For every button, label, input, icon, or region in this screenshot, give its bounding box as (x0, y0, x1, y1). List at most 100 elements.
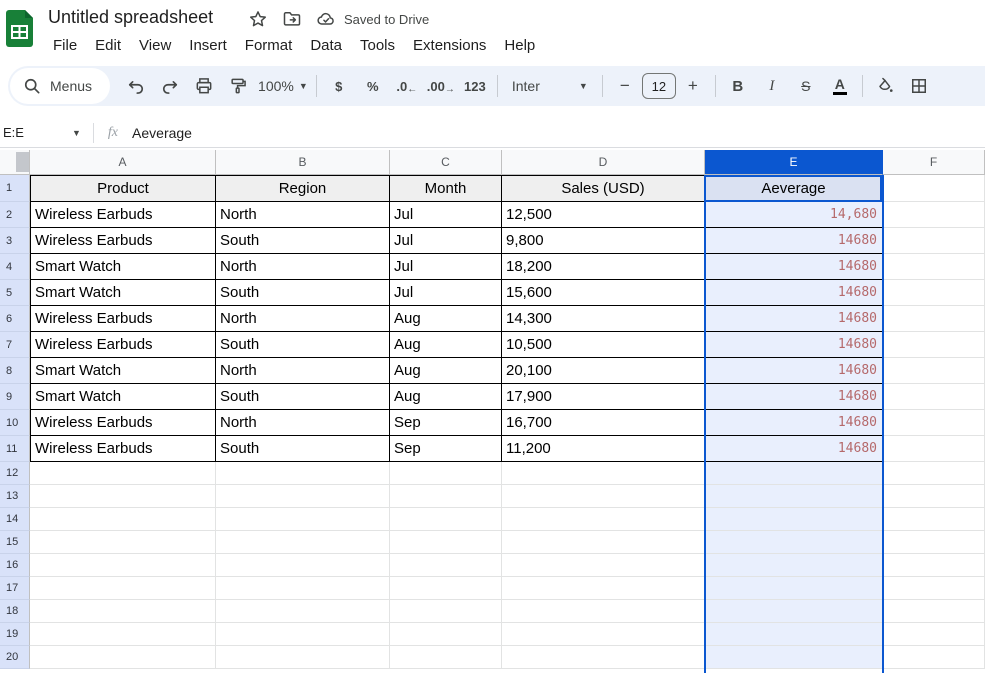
row-header-11[interactable]: 11 (0, 436, 30, 462)
empty-cell[interactable] (883, 646, 985, 669)
empty-cell[interactable] (883, 600, 985, 623)
table-cell[interactable]: North (216, 254, 390, 280)
column-header-e[interactable]: E (705, 150, 883, 175)
empty-cell[interactable] (883, 228, 985, 254)
table-cell[interactable]: North (216, 358, 390, 384)
empty-cell[interactable] (216, 646, 390, 669)
select-all-corner[interactable] (0, 150, 30, 175)
average-cell[interactable]: 14680 (705, 306, 883, 332)
table-cell[interactable]: Wireless Earbuds (30, 202, 216, 228)
name-box[interactable]: E:E (0, 125, 72, 140)
header-cell-region[interactable]: Region (216, 175, 390, 202)
header-cell-month[interactable]: Month (390, 175, 502, 202)
empty-cell[interactable] (216, 462, 390, 485)
menu-item-edit[interactable]: Edit (86, 33, 130, 58)
empty-cell[interactable] (883, 508, 985, 531)
empty-cell[interactable] (216, 508, 390, 531)
empty-cell[interactable] (390, 600, 502, 623)
empty-cell[interactable] (883, 554, 985, 577)
table-cell[interactable]: Wireless Earbuds (30, 306, 216, 332)
empty-cell[interactable] (502, 508, 705, 531)
row-header-3[interactable]: 3 (0, 228, 30, 254)
table-cell[interactable]: Aug (390, 306, 502, 332)
empty-cell[interactable] (883, 410, 985, 436)
average-cell[interactable]: 14680 (705, 384, 883, 410)
empty-cell[interactable] (502, 600, 705, 623)
table-cell[interactable]: 10,500 (502, 332, 705, 358)
empty-cell[interactable] (883, 332, 985, 358)
table-cell[interactable]: Wireless Earbuds (30, 228, 216, 254)
empty-cell[interactable] (216, 485, 390, 508)
average-cell[interactable]: 14680 (705, 358, 883, 384)
header-cell-sales-usd-[interactable]: Sales (USD) (502, 175, 705, 202)
paint-format-button[interactable] (224, 72, 252, 100)
empty-cell[interactable] (502, 554, 705, 577)
empty-cell[interactable] (883, 436, 985, 462)
zoom-select[interactable]: 100% ▼ (258, 72, 308, 100)
row-header-14[interactable]: 14 (0, 508, 30, 531)
header-cell-aeverage[interactable]: Aeverage (705, 175, 883, 202)
empty-cell[interactable] (883, 175, 985, 202)
chevron-down-icon[interactable]: ▼ (72, 128, 81, 138)
menu-item-view[interactable]: View (130, 33, 180, 58)
row-header-16[interactable]: 16 (0, 554, 30, 577)
bold-button[interactable]: B (724, 72, 752, 100)
increase-decimal-button[interactable]: .00→ (427, 72, 455, 100)
empty-cell[interactable] (30, 531, 216, 554)
empty-cell[interactable] (502, 462, 705, 485)
row-header-1[interactable]: 1 (0, 175, 30, 202)
menu-item-tools[interactable]: Tools (351, 33, 404, 58)
saved-status[interactable]: Saved to Drive (344, 12, 429, 27)
empty-cell[interactable] (705, 577, 883, 600)
row-header-12[interactable]: 12 (0, 462, 30, 485)
italic-button[interactable]: I (758, 72, 786, 100)
font-family-select[interactable]: Inter ▼ (506, 72, 594, 100)
empty-cell[interactable] (30, 508, 216, 531)
empty-cell[interactable] (390, 646, 502, 669)
row-header-5[interactable]: 5 (0, 280, 30, 306)
empty-cell[interactable] (216, 531, 390, 554)
strikethrough-button[interactable]: S (792, 72, 820, 100)
table-cell[interactable]: Smart Watch (30, 280, 216, 306)
empty-cell[interactable] (502, 577, 705, 600)
format-percent-button[interactable]: % (359, 72, 387, 100)
empty-cell[interactable] (883, 254, 985, 280)
empty-cell[interactable] (390, 508, 502, 531)
row-header-13[interactable]: 13 (0, 485, 30, 508)
table-cell[interactable]: South (216, 332, 390, 358)
table-cell[interactable]: Jul (390, 202, 502, 228)
empty-cell[interactable] (390, 485, 502, 508)
empty-cell[interactable] (705, 554, 883, 577)
table-cell[interactable]: Sep (390, 436, 502, 462)
empty-cell[interactable] (883, 358, 985, 384)
empty-cell[interactable] (502, 485, 705, 508)
table-cell[interactable]: South (216, 436, 390, 462)
empty-cell[interactable] (30, 462, 216, 485)
table-cell[interactable]: 14,300 (502, 306, 705, 332)
menu-item-format[interactable]: Format (236, 33, 302, 58)
empty-cell[interactable] (705, 600, 883, 623)
cloud-saved-icon[interactable] (316, 9, 336, 29)
empty-cell[interactable] (30, 577, 216, 600)
table-cell[interactable]: 17,900 (502, 384, 705, 410)
column-header-a[interactable]: A (30, 150, 216, 175)
menu-item-insert[interactable]: Insert (180, 33, 236, 58)
table-cell[interactable]: South (216, 384, 390, 410)
undo-button[interactable] (122, 72, 150, 100)
empty-cell[interactable] (216, 554, 390, 577)
menu-item-file[interactable]: File (44, 33, 86, 58)
table-cell[interactable]: Aug (390, 332, 502, 358)
empty-cell[interactable] (216, 577, 390, 600)
row-header-7[interactable]: 7 (0, 332, 30, 358)
table-cell[interactable]: 16,700 (502, 410, 705, 436)
row-header-6[interactable]: 6 (0, 306, 30, 332)
column-header-f[interactable]: F (883, 150, 985, 175)
column-header-b[interactable]: B (216, 150, 390, 175)
column-header-d[interactable]: D (502, 150, 705, 175)
average-cell[interactable]: 14680 (705, 410, 883, 436)
empty-cell[interactable] (883, 280, 985, 306)
document-title[interactable]: Untitled spreadsheet (48, 7, 213, 28)
table-cell[interactable]: North (216, 306, 390, 332)
table-cell[interactable]: 12,500 (502, 202, 705, 228)
increase-font-size-button[interactable]: + (679, 72, 707, 100)
